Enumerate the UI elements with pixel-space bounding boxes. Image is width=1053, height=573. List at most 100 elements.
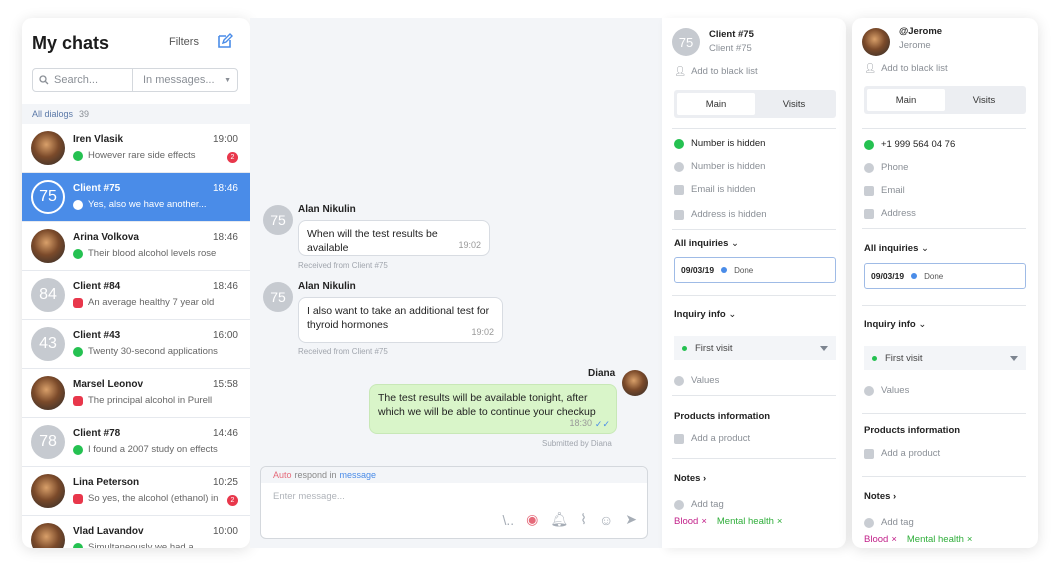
tag-blood[interactable]: Blood × (674, 516, 707, 527)
eye-icon[interactable]: ◉ (526, 511, 538, 528)
chevron-right-icon: › (893, 491, 897, 502)
tag-label: Blood (864, 534, 889, 545)
chat-preview: So yes, the alcohol (ethanol) in (73, 493, 233, 504)
chat-preview-text: So yes, the alcohol (ethanol) in (88, 493, 219, 504)
remove-tag-icon[interactable]: × (777, 516, 783, 527)
remove-tag-icon[interactable]: × (967, 534, 973, 545)
instagram-icon (73, 297, 83, 308)
message-note: Submitted by Diana (542, 439, 612, 448)
values-field[interactable]: Values (674, 375, 719, 386)
tag-mental-health[interactable]: Mental health × (907, 534, 973, 545)
chat-list-item[interactable]: 84 Client #84 18:46 An average healthy 7 ye… (22, 271, 250, 320)
contact-address[interactable]: Address (864, 208, 916, 219)
divider (672, 295, 836, 296)
search-bar: Search... In messages... ▼ (32, 68, 238, 92)
contact-phone[interactable]: Number is hidden (674, 161, 765, 172)
inquiry-info-label: Inquiry info (864, 319, 916, 330)
remove-tag-icon[interactable]: × (891, 534, 897, 545)
inquiry-card[interactable]: 09/03/19 Done (674, 257, 836, 283)
tab-visits[interactable]: Visits (755, 93, 833, 115)
chat-preview-text: However rare side effects (88, 150, 196, 161)
chat-preview-text: Yes, also we have another... (88, 199, 207, 210)
emoji-icon[interactable]: ☺ (599, 512, 613, 528)
send-icon[interactable]: ➤ (625, 511, 637, 528)
avatar (31, 523, 65, 548)
add-tag-button[interactable]: Add tag (674, 499, 724, 510)
remove-tag-icon[interactable]: × (701, 516, 707, 527)
app-stage: My chats Filters Search... In messages..… (0, 0, 1053, 573)
auto-respond-bar[interactable]: Auto respond in message (261, 467, 647, 483)
chevron-down-icon: ⌄ (728, 309, 737, 320)
chat-list-item[interactable]: 78 Client #78 14:46 I found a 2007 study on… (22, 418, 250, 467)
agent-avatar (622, 370, 648, 396)
chat-name: Marsel Leonov (73, 379, 144, 390)
chat-list-item[interactable]: Lina Peterson 10:25 So yes, the alcohol (e… (22, 467, 250, 516)
inquiry-info-toggle[interactable]: Inquiry info ⌄ (864, 319, 926, 330)
whatsapp-icon (73, 248, 83, 259)
search-scope-select[interactable]: In messages... ▼ (133, 69, 237, 91)
template-icon[interactable]: \.. (502, 512, 514, 528)
dropdown-arrow-icon (820, 346, 828, 351)
all-dialogs-row[interactable]: All dialogs 39 (22, 104, 250, 124)
contact-email[interactable]: Email (864, 185, 905, 196)
notes-toggle[interactable]: Notes › (864, 491, 896, 502)
tag-mental-health[interactable]: Mental health × (717, 516, 783, 527)
chat-preview: Yes, also we have another... (73, 199, 233, 210)
blacklist-label: Add to black list (881, 63, 948, 74)
filters-button[interactable]: Filters (169, 36, 199, 48)
all-inquiries-toggle[interactable]: All inquiries ⌄ (864, 243, 929, 254)
chat-list-item[interactable]: 75 Client #75 18:46 Yes, also we have anoth… (22, 173, 250, 222)
phone-icon (674, 161, 684, 172)
contact-email[interactable]: Email is hidden (674, 184, 755, 195)
values-field[interactable]: Values (864, 385, 909, 396)
tab-main[interactable]: Main (867, 89, 945, 111)
add-tag-button[interactable]: Add tag (864, 517, 914, 528)
inquiry-info-toggle[interactable]: Inquiry info ⌄ (674, 309, 736, 320)
chat-list-item[interactable]: Vlad Lavandov 10:00 Simultaneously we had … (22, 516, 250, 548)
contact-phone[interactable]: Phone (864, 162, 908, 173)
compose-icon[interactable] (217, 33, 233, 49)
first-visit-select[interactable]: First visit (864, 346, 1026, 370)
message-sender: Alan Nikulin (298, 204, 356, 215)
tab-main[interactable]: Main (677, 93, 755, 115)
bell-icon[interactable]: 🔔︎ (550, 511, 568, 528)
add-to-blacklist-link[interactable]: 👤︎ Add to black list (864, 63, 948, 74)
chat-name: Lina Peterson (73, 477, 140, 488)
tag-blood[interactable]: Blood × (864, 534, 897, 545)
search-input[interactable]: Search... (33, 69, 133, 91)
first-visit-value: First visit (695, 342, 733, 354)
search-scope-value: In messages... (143, 74, 215, 86)
user-icon: 👤︎ (674, 66, 687, 77)
chat-list-item[interactable]: Marsel Leonov 15:58 The principal alcohol … (22, 369, 250, 418)
chat-preview: The principal alcohol in Purell (73, 395, 233, 406)
chat-preview-text: I found a 2007 study on effects (88, 444, 218, 455)
all-inquiries-toggle[interactable]: All inquiries ⌄ (674, 238, 739, 249)
chat-time: 18:46 (212, 281, 238, 292)
chevron-down-icon: ▼ (224, 76, 231, 84)
add-product-button[interactable]: Add a product (864, 448, 940, 459)
chat-list-item[interactable]: Arina Volkova 18:46 Their blood alcohol le… (22, 222, 250, 271)
contact-phone-whatsapp[interactable]: +1 999 564 04 76 (864, 139, 955, 150)
chat-list-item[interactable]: 43 Client #43 16:00 Twenty 30-second applic… (22, 320, 250, 369)
chat-list-item[interactable]: Iren Vlasik 19:00 However rare side effect… (22, 124, 250, 173)
add-to-blacklist-link[interactable]: 👤︎ Add to black list (674, 66, 758, 77)
chat-name: Iren Vlasik (73, 134, 124, 145)
message-input[interactable]: Enter message... (273, 491, 345, 502)
contact-phone-whatsapp[interactable]: Number is hidden (674, 138, 765, 149)
notes-toggle[interactable]: Notes › (674, 473, 706, 484)
first-visit-select[interactable]: First visit (674, 336, 836, 360)
contact-address[interactable]: Address is hidden (674, 209, 767, 220)
avatar: 78 (31, 425, 65, 459)
tab-visits[interactable]: Visits (945, 89, 1023, 111)
chevron-down-icon: ⌄ (918, 319, 927, 330)
message-sender: Alan Nikulin (298, 281, 356, 292)
tag-label: Blood (674, 516, 699, 527)
composer-toolbar: \.. ◉ 🔔︎ ⌇ ☺ ➤ (502, 511, 637, 528)
respond-label: respond in (294, 470, 337, 480)
divider (862, 413, 1026, 414)
attachment-icon[interactable]: ⌇ (580, 511, 587, 528)
add-product-button[interactable]: Add a product (674, 433, 750, 444)
chat-time: 19:00 (212, 134, 238, 145)
inquiry-card[interactable]: 09/03/19 Done (864, 263, 1026, 289)
instagram-icon (73, 395, 83, 406)
